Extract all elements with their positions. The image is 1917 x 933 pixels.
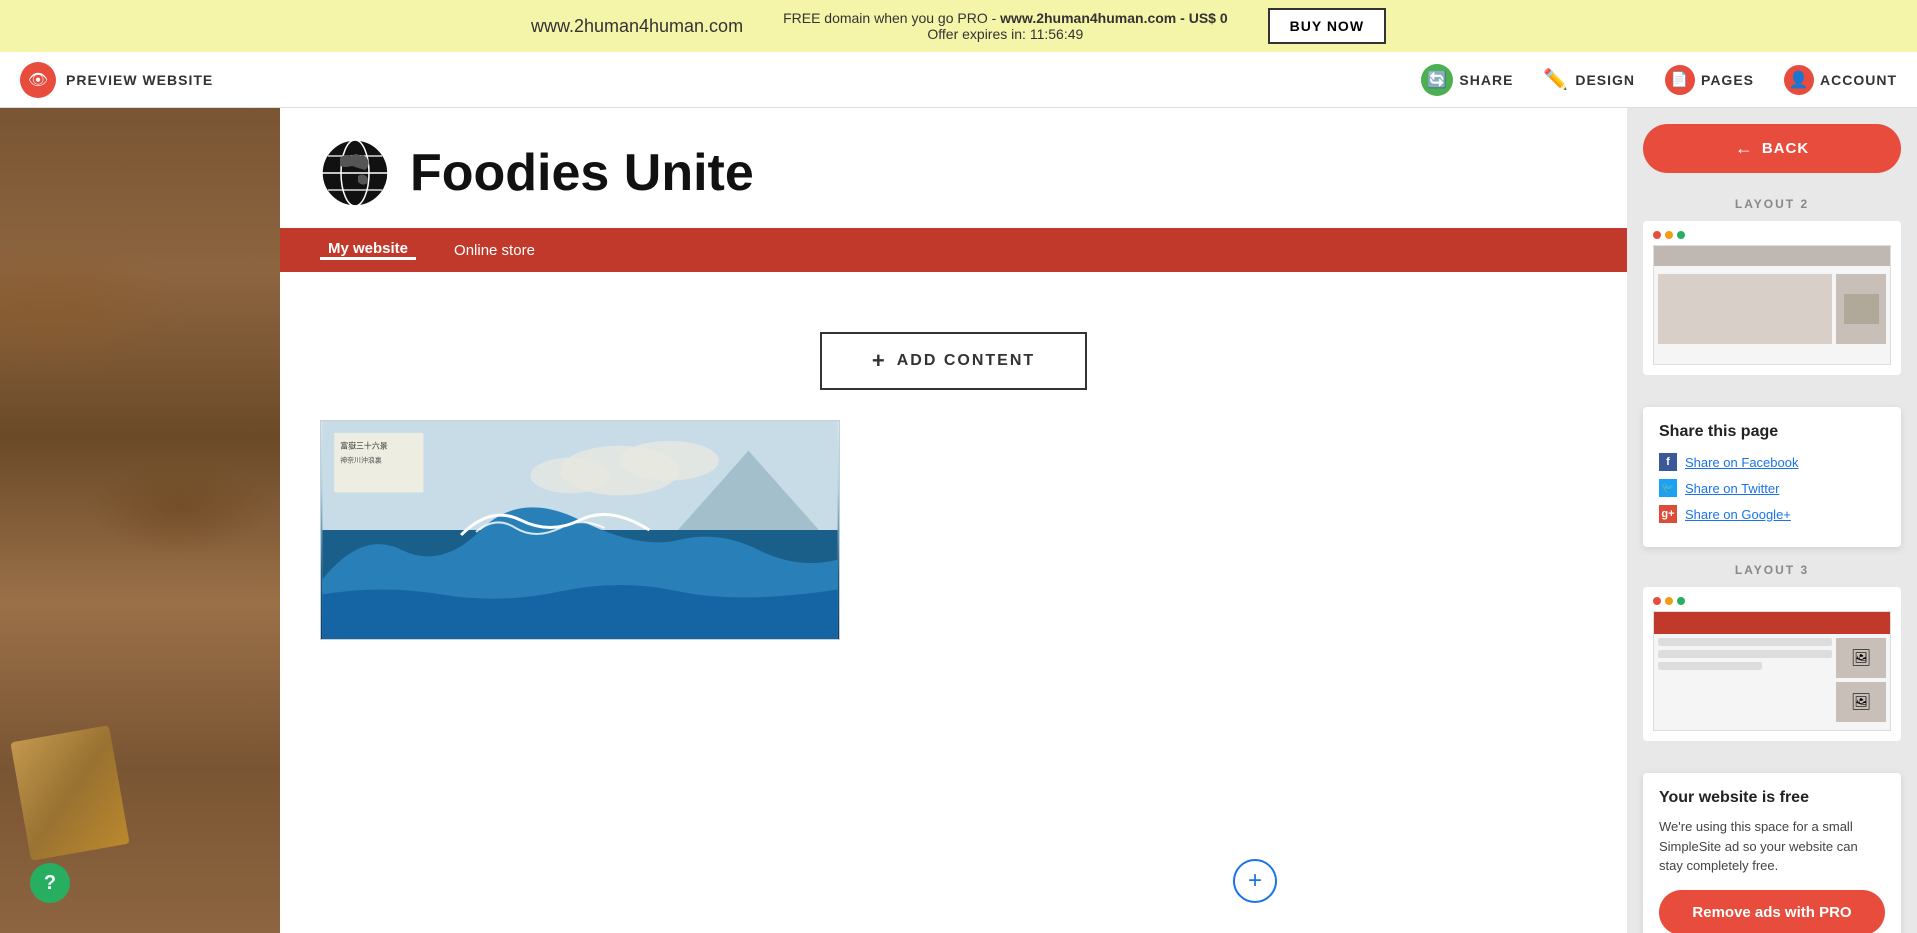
lp3-right: 🖼 🖼	[1836, 638, 1886, 722]
facebook-icon: f	[1659, 453, 1677, 471]
design-nav-item[interactable]: ✏️ DESIGN	[1543, 67, 1635, 92]
account-icon: 👤	[1784, 65, 1814, 95]
layout-3-preview: 🖼 🖼	[1653, 611, 1891, 731]
back-label: BACK	[1762, 140, 1809, 157]
lp3-text-1	[1658, 638, 1832, 646]
site-nav: My website Online store	[280, 228, 1627, 272]
nav-bar: 👁 PREVIEW WEBSITE 🔄 SHARE ✏️ DESIGN 📄 PA…	[0, 52, 1917, 108]
lp3-text-2	[1658, 650, 1832, 658]
share-twitter-item[interactable]: 🐦 Share on Twitter	[1659, 479, 1885, 497]
promo-offer-text: FREE domain when you go PRO -	[783, 10, 996, 26]
share-googleplus-link[interactable]: Share on Google+	[1685, 507, 1791, 522]
promo-timer: 11:56:49	[1030, 26, 1083, 42]
add-content-button[interactable]: + ADD CONTENT	[820, 332, 1087, 390]
share-title: Share this page	[1659, 423, 1885, 441]
free-title: Your website is free	[1659, 789, 1885, 807]
share-icon: 🔄	[1421, 64, 1453, 96]
pages-icon: 📄	[1665, 65, 1695, 95]
pages-label: PAGES	[1701, 72, 1754, 88]
googleplus-icon: g+	[1659, 505, 1677, 523]
dot-yellow	[1665, 231, 1673, 239]
artifact-decoration	[10, 725, 129, 861]
dot-red	[1653, 597, 1661, 605]
nav-right: 🔄 SHARE ✏️ DESIGN 📄 PAGES 👤 ACCOUNT	[1421, 64, 1897, 96]
main-layout: ? Foodies Unite My website Online store	[0, 108, 1917, 933]
design-label: DESIGN	[1575, 72, 1635, 88]
twitter-icon: 🐦	[1659, 479, 1677, 497]
pages-nav-item[interactable]: 📄 PAGES	[1665, 65, 1754, 95]
svg-text:神奈川沖浪裏: 神奈川沖浪裏	[340, 456, 382, 465]
share-nav-item[interactable]: 🔄 SHARE	[1421, 64, 1513, 96]
site-nav-my-website[interactable]: My website	[320, 240, 416, 260]
lp2-image-block	[1836, 274, 1886, 344]
plus-icon: +	[872, 348, 887, 374]
remove-ads-button[interactable]: Remove ads with PRO	[1659, 890, 1885, 933]
site-title: Foodies Unite	[410, 143, 754, 203]
website-header: Foodies Unite	[280, 108, 1627, 228]
dot-yellow	[1665, 597, 1673, 605]
share-googleplus-item[interactable]: g+ Share on Google+	[1659, 505, 1885, 523]
promo-bar: www.2human4human.com FREE domain when yo…	[0, 0, 1917, 52]
promo-offer-domain: www.2human4human.com	[1000, 10, 1176, 26]
help-button[interactable]: ?	[30, 863, 70, 903]
lp3-image-2: 🖼	[1836, 682, 1886, 722]
dot-green	[1677, 597, 1685, 605]
lp3-left	[1658, 638, 1832, 722]
preview-website-label[interactable]: PREVIEW WEBSITE	[66, 72, 213, 88]
share-label: SHARE	[1459, 72, 1513, 88]
globe-icon	[320, 138, 390, 208]
eye-icon: 👁	[20, 62, 56, 98]
promo-expires-label: Offer expires in:	[927, 26, 1026, 42]
add-circle-button[interactable]: +	[1233, 859, 1277, 903]
layout-2-label: LAYOUT 2	[1643, 197, 1901, 211]
layout-card-dots	[1653, 231, 1891, 239]
wave-image: 富嶽三十六景 神奈川沖浪裏	[320, 420, 840, 640]
content-area: + ADD CONTENT	[280, 272, 1627, 933]
left-sidebar: ?	[0, 108, 280, 933]
share-facebook-link[interactable]: Share on Facebook	[1685, 455, 1798, 470]
wave-svg: 富嶽三十六景 神奈川沖浪裏	[321, 421, 839, 639]
layout-3-dots	[1653, 597, 1891, 605]
lp3-text-3	[1658, 662, 1762, 670]
layout-3-label: LAYOUT 3	[1643, 563, 1901, 577]
share-twitter-link[interactable]: Share on Twitter	[1685, 481, 1779, 496]
lp2-img-placeholder	[1844, 294, 1879, 324]
free-description: We're using this space for a small Simpl…	[1659, 817, 1885, 876]
promo-offer-price: - US$ 0	[1180, 10, 1227, 26]
lp3-image-1: 🖼	[1836, 638, 1886, 678]
buy-now-button[interactable]: BUY NOW	[1268, 8, 1386, 44]
svg-text:富嶽三十六景: 富嶽三十六景	[340, 441, 388, 451]
design-icon: ✏️	[1543, 67, 1569, 92]
lp2-header	[1654, 246, 1890, 266]
layout-2-card[interactable]	[1643, 221, 1901, 375]
back-arrow-icon: ←	[1735, 138, 1754, 159]
nav-left: 👁 PREVIEW WEBSITE	[20, 62, 213, 98]
layout-2-section: LAYOUT 2	[1627, 189, 1917, 399]
lp2-text-block	[1658, 274, 1832, 344]
site-nav-online-store[interactable]: Online store	[446, 242, 543, 259]
back-button[interactable]: ← BACK	[1643, 124, 1901, 173]
promo-offer: FREE domain when you go PRO - www.2human…	[783, 10, 1228, 42]
dot-green	[1677, 231, 1685, 239]
promo-domain: www.2human4human.com	[531, 16, 743, 37]
account-nav-item[interactable]: 👤 ACCOUNT	[1784, 65, 1897, 95]
layout-3-card[interactable]: 🖼 🖼	[1643, 587, 1901, 741]
lp3-body: 🖼 🖼	[1654, 634, 1890, 726]
layout-2-preview	[1653, 245, 1891, 365]
dot-red	[1653, 231, 1661, 239]
lp3-header	[1654, 612, 1890, 634]
right-panel: ← BACK LAYOUT 2	[1627, 108, 1917, 933]
share-panel: Share this page f Share on Facebook 🐦 Sh…	[1643, 407, 1901, 547]
free-website-panel: Your website is free We're using this sp…	[1643, 773, 1901, 933]
lp2-body	[1654, 270, 1890, 348]
layout-3-section: LAYOUT 3 🖼	[1627, 555, 1917, 765]
center-content: Foodies Unite My website Online store + …	[280, 108, 1627, 933]
share-facebook-item[interactable]: f Share on Facebook	[1659, 453, 1885, 471]
account-label: ACCOUNT	[1820, 72, 1897, 88]
add-content-label: ADD CONTENT	[897, 352, 1035, 370]
